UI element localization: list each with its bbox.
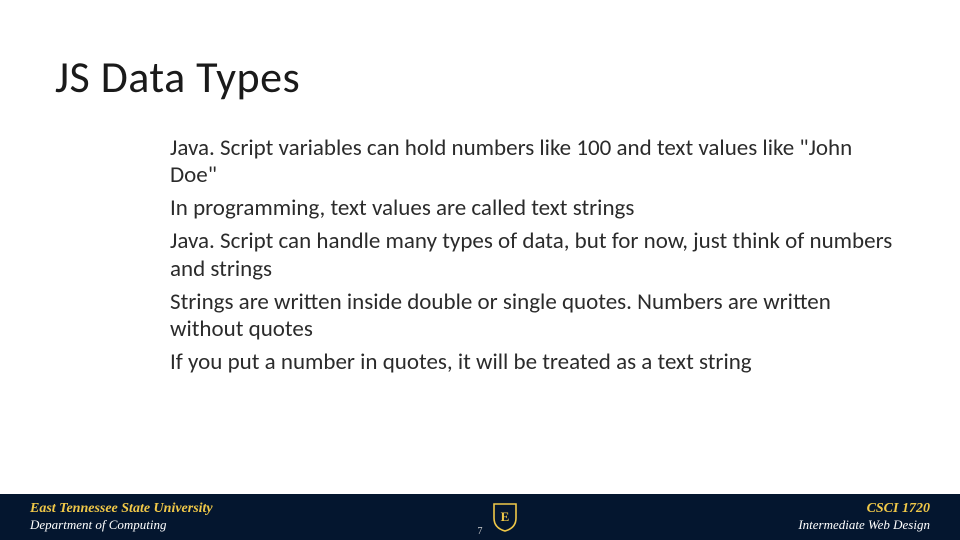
body-paragraph: If you put a number in quotes, it will b… <box>170 349 900 376</box>
shield-letter: E <box>501 509 510 524</box>
footer-course-code: CSCI 1720 <box>798 501 930 517</box>
slide-footer: East Tennessee State University Departme… <box>0 494 960 540</box>
body-paragraph: Java. Script can handle many types of da… <box>170 228 900 282</box>
page-number: 7 <box>0 526 960 537</box>
footer-center: E 7 <box>492 502 518 532</box>
slide: JS Data Types Java. Script variables can… <box>0 0 960 540</box>
footer-university: East Tennessee State University <box>30 501 213 517</box>
body-paragraph: Java. Script variables can hold numbers … <box>170 135 900 189</box>
slide-body: Java. Script variables can hold numbers … <box>170 135 900 382</box>
body-paragraph: Strings are written inside double or sin… <box>170 289 900 343</box>
slide-title: JS Data Types <box>55 50 300 104</box>
body-paragraph: In programming, text values are called t… <box>170 195 900 222</box>
